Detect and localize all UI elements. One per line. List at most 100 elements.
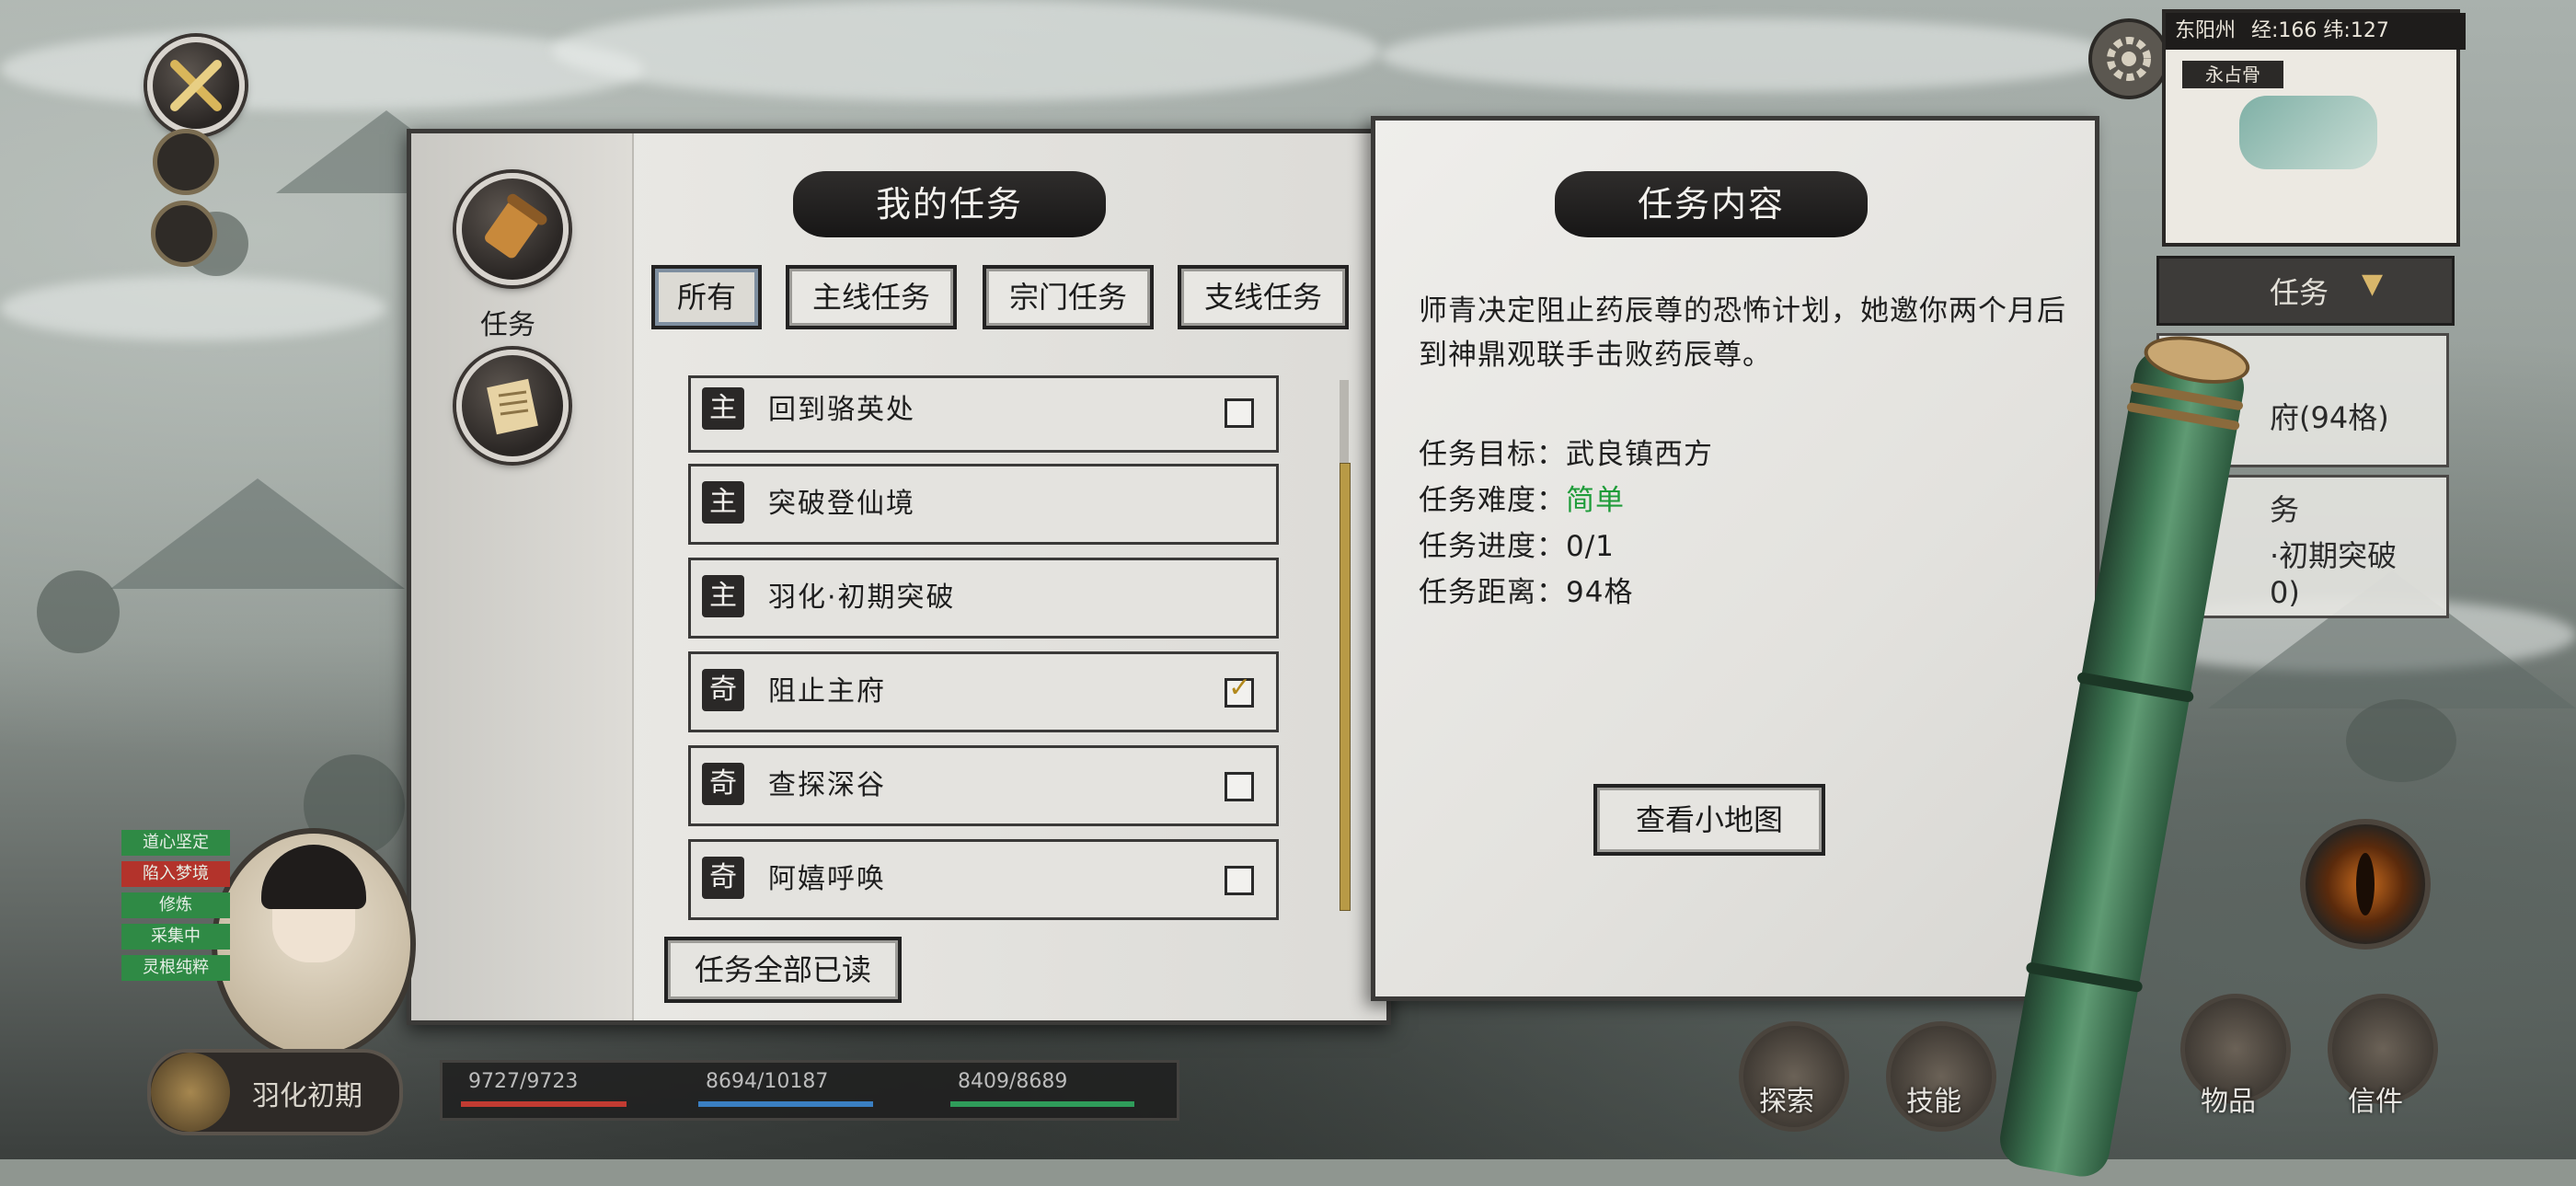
status-tag[interactable]: 灵根纯粹 [121,955,230,981]
stamina-value: 8409/8689 [958,1070,1068,1093]
realm-label: 羽化初期 [252,1080,362,1112]
quest-row[interactable]: 主 突破登仙境 [688,464,1279,545]
tab-main-quests[interactable]: 主线任务 [786,265,957,329]
explore-label: 探索 [1759,1086,1814,1118]
quest-difficulty-label: 任务难度： [1419,484,1566,517]
quest-difficulty-value: 简单 [1566,484,1625,517]
mp-bar [698,1101,873,1107]
items-label: 物品 [2201,1086,2256,1118]
stats-bar: 9727/9723 8694/10187 8409/8689 [440,1060,1179,1121]
letter-icon [487,378,538,435]
cloud [0,28,644,110]
quest-distance-value: 94格 [1566,576,1634,609]
eye-icon [2356,853,2375,915]
quest-row[interactable]: 奇 阻止主府 [688,651,1279,732]
quest-detail-title: 任务内容 [1555,171,1868,237]
cloud [0,276,386,340]
track-checkbox[interactable] [1225,866,1254,895]
quest-type-badge: 奇 [702,763,744,805]
tab-all[interactable]: 所有 [651,265,762,329]
quest-list-scrollbar[interactable] [1340,380,1351,911]
quest-type-badge: 主 [702,387,744,430]
side-shortcut-button[interactable] [151,201,217,267]
task-category-label: 任务 [480,309,535,341]
quest-description: 师青决定阻止药辰尊的恐怖计划，她邀你两个月后到神鼎观联手击败药辰尊。 [1419,294,2066,372]
eye-button[interactable] [2300,819,2431,950]
track-checkbox[interactable] [1225,772,1254,801]
quest-name: 阻止主府 [768,675,886,708]
minimap-terrain [2239,96,2377,169]
mountain [110,478,405,589]
task-dropdown-label: 任务 [2270,275,2329,310]
side-shortcut-button[interactable] [153,129,219,195]
tree [37,570,120,653]
tab-side-quests[interactable]: 支线任务 [1178,265,1349,329]
letter-category-button[interactable] [456,350,569,462]
close-button[interactable] [147,37,245,134]
tracked-quest-title: 务 [2270,492,2300,527]
scrollbar-thumb[interactable] [1340,463,1351,911]
quest-target-label: 任务目标： [1419,438,1566,471]
quest-row[interactable]: 主 羽化·初期突破 [688,558,1279,639]
location-name: 东阳州 [2175,19,2237,42]
location-bar: 东阳州 经:166 纬:127 [2166,13,2466,50]
tracked-quest-sub: 0) [2270,575,2300,610]
track-checkbox-checked[interactable] [1225,672,1254,708]
tab-sect-quests[interactable]: 宗门任务 [983,265,1154,329]
quest-target-row: 任务目标：武良镇西方 [1419,431,1713,472]
task-category-button[interactable] [456,173,569,285]
task-tracker-dropdown[interactable]: 任务 ▼ [2156,256,2455,326]
status-tag[interactable]: 采集中 [121,924,230,950]
crossed-swords-icon [170,60,222,111]
tracked-quest-text: ·初期突破 [2270,538,2398,573]
scroll-icon [485,193,547,259]
quest-panel: 任务 我的任务 所有 主线任务 宗门任务 支线任务 主 回到骆英处 主 突破登仙… [407,116,2136,1025]
realm-icon [151,1053,230,1132]
avatar-hair [261,845,366,909]
quest-type-badge: 主 [702,481,744,524]
stamina-bar [950,1101,1134,1107]
quest-name: 羽化·初期突破 [768,581,956,614]
quest-name: 查探深谷 [768,769,886,801]
skills-label: 技能 [1906,1086,1961,1118]
quest-type-badge: 奇 [702,669,744,711]
quest-name: 回到骆英处 [768,394,915,426]
realm-button[interactable]: 羽化初期 [147,1049,403,1135]
mark-all-read-button[interactable]: 任务全部已读 [664,937,902,1003]
quest-type-badge: 奇 [702,857,744,899]
mp-value: 8694/10187 [706,1070,829,1093]
gear-icon [2107,37,2151,81]
quest-distance-row: 任务距离：94格 [1419,569,1633,610]
minimap-title: 永占骨 [2182,61,2283,88]
view-minimap-button[interactable]: 查看小地图 [1593,784,1825,856]
status-tag[interactable]: 道心坚定 [121,830,230,856]
mail-label: 信件 [2348,1086,2403,1118]
chevron-down-icon: ▼ [2362,268,2384,300]
quest-list-title: 我的任务 [793,171,1106,237]
avatar[interactable] [212,828,416,1060]
quest-row[interactable]: 奇 阿嬉呼唤 [688,839,1279,920]
quest-row[interactable]: 奇 查探深谷 [688,745,1279,826]
minimap[interactable]: 东阳州 经:166 纬:127 永占骨 [2162,9,2466,247]
tree [2346,699,2456,782]
hp-value: 9727/9723 [468,1070,579,1093]
quest-name: 突破登仙境 [768,488,915,520]
quest-type-badge: 主 [702,575,744,617]
quest-distance-label: 任务距离： [1419,576,1566,609]
quest-row[interactable]: 主 回到骆英处 [688,375,1279,453]
track-checkbox[interactable] [1225,398,1254,428]
quest-target-value: 武良镇西方 [1566,438,1713,471]
tracked-quest-text: 府(94格) [2270,400,2389,435]
quest-progress-row: 任务进度：0/1 [1419,523,1615,564]
cloud [552,0,1380,101]
cloud [1380,18,2116,92]
quest-progress-value: 0/1 [1566,530,1615,563]
settings-button[interactable] [2088,18,2169,99]
coordinates: 经:166 纬:127 [2251,19,2389,42]
status-tag[interactable]: 修炼 [121,892,230,918]
hp-bar [461,1101,627,1107]
quest-progress-label: 任务进度： [1419,530,1566,563]
quest-difficulty-row: 任务难度：简单 [1419,477,1625,518]
status-tag[interactable]: 陷入梦境 [121,861,230,887]
quest-name: 阿嬉呼唤 [768,863,886,895]
